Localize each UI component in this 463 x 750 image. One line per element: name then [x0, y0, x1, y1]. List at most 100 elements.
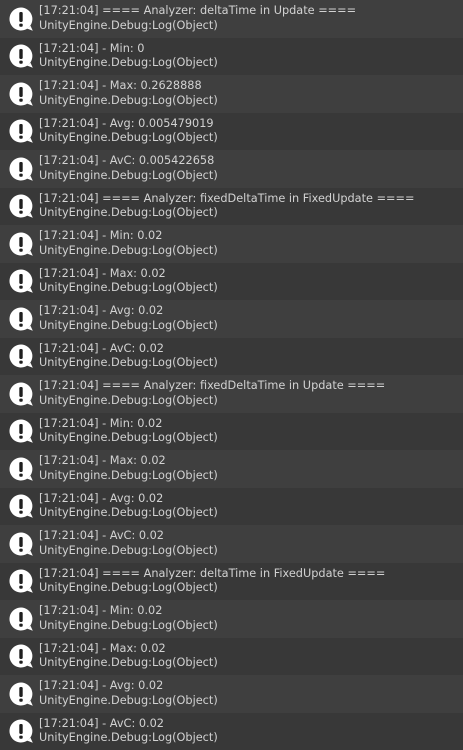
- info-icon: [8, 231, 34, 257]
- log-entry[interactable]: [17:21:04] - AvC: 0.02 UnityEngine.Debug:…: [0, 525, 463, 563]
- log-entry-text: [17:21:04] - Min: 0.02 UnityEngine.Debug:…: [39, 417, 218, 446]
- log-entry[interactable]: [17:21:04] - Max: 0.2628888 UnityEngine.D…: [0, 75, 463, 113]
- info-icon: [8, 118, 34, 144]
- log-entry[interactable]: [17:21:04] - AvC: 0.005422658 UnityEngine…: [0, 150, 463, 188]
- log-entry-text: [17:21:04] - Min: 0.02 UnityEngine.Debug:…: [39, 229, 218, 258]
- log-message: [17:21:04] ==== Analyzer: fixedDeltaTime…: [39, 379, 386, 393]
- log-entry-text: [17:21:04] - Max: 0.02 UnityEngine.Debug:…: [39, 454, 218, 483]
- log-message: [17:21:04] - Avg: 0.005479019: [39, 116, 214, 130]
- log-source: UnityEngine.Debug:Log(Object): [39, 318, 218, 332]
- log-entry-text: [17:21:04] ==== Analyzer: deltaTime in F…: [39, 567, 385, 596]
- log-source: UnityEngine.Debug:Log(Object): [39, 243, 218, 257]
- info-icon: [8, 606, 34, 632]
- log-entry[interactable]: [17:21:04] - Max: 0.02 UnityEngine.Debug:…: [0, 637, 463, 675]
- log-source: UnityEngine.Debug:Log(Object): [39, 618, 218, 632]
- log-source: UnityEngine.Debug:Log(Object): [39, 581, 218, 595]
- log-message: [17:21:04] - Min: 0.02: [39, 604, 163, 618]
- log-entry[interactable]: [17:21:04] - Avg: 0.005479019 UnityEngine…: [0, 112, 463, 150]
- log-entry[interactable]: [17:21:04] ==== Analyzer: fixedDeltaTime…: [0, 187, 463, 225]
- log-source: UnityEngine.Debug:Log(Object): [39, 56, 218, 70]
- log-entry-text: [17:21:04] ==== Analyzer: fixedDeltaTime…: [39, 379, 385, 408]
- log-entry-text: [17:21:04] - AvC: 0.02 UnityEngine.Debug:…: [39, 717, 218, 746]
- log-entry-text: [17:21:04] - AvC: 0.02 UnityEngine.Debug:…: [39, 342, 218, 371]
- log-entry-text: [17:21:04] ==== Analyzer: fixedDeltaTime…: [39, 192, 414, 221]
- log-entry[interactable]: [17:21:04] - Avg: 0.02 UnityEngine.Debug:…: [0, 487, 463, 525]
- log-message: [17:21:04] - AvC: 0.02: [39, 529, 164, 543]
- log-entry-text: [17:21:04] - Min: 0.02 UnityEngine.Debug:…: [39, 604, 218, 633]
- log-message: [17:21:04] - Min: 0.02: [39, 416, 163, 430]
- info-icon: [8, 306, 34, 332]
- log-source: UnityEngine.Debug:Log(Object): [39, 731, 218, 745]
- log-source: UnityEngine.Debug:Log(Object): [39, 506, 218, 520]
- log-entry-text: [17:21:04] - Max: 0.02 UnityEngine.Debug:…: [39, 642, 218, 671]
- info-icon: [8, 568, 34, 594]
- log-message: [17:21:04] - Min: 0: [39, 41, 145, 55]
- console-log-list: [17:21:04] ==== Analyzer: deltaTime in U…: [0, 0, 463, 750]
- info-icon: [8, 381, 34, 407]
- info-icon: [8, 456, 34, 482]
- info-icon: [8, 268, 34, 294]
- log-entry-text: [17:21:04] - Avg: 0.005479019 UnityEngine…: [39, 117, 218, 146]
- log-entry-text: [17:21:04] - Avg: 0.02 UnityEngine.Debug:…: [39, 304, 218, 333]
- info-icon: [8, 193, 34, 219]
- log-message: [17:21:04] - Avg: 0.02: [39, 304, 164, 318]
- log-message: [17:21:04] - AvC: 0.02: [39, 716, 164, 730]
- info-icon: [8, 643, 34, 669]
- log-entry[interactable]: [17:21:04] ==== Analyzer: deltaTime in U…: [0, 0, 463, 38]
- log-source: UnityEngine.Debug:Log(Object): [39, 431, 218, 445]
- log-source: UnityEngine.Debug:Log(Object): [39, 656, 218, 670]
- info-icon: [8, 343, 34, 369]
- log-source: UnityEngine.Debug:Log(Object): [39, 18, 218, 32]
- log-message: [17:21:04] ==== Analyzer: deltaTime in U…: [39, 4, 357, 18]
- log-source: UnityEngine.Debug:Log(Object): [39, 393, 218, 407]
- log-message: [17:21:04] - AvC: 0.005422658: [39, 154, 215, 168]
- log-message: [17:21:04] - AvC: 0.02: [39, 341, 164, 355]
- log-source: UnityEngine.Debug:Log(Object): [39, 468, 218, 482]
- log-message: [17:21:04] - Avg: 0.02: [39, 491, 164, 505]
- log-entry[interactable]: [17:21:04] - AvC: 0.02 UnityEngine.Debug:…: [0, 337, 463, 375]
- info-icon: [8, 6, 34, 32]
- log-message: [17:21:04] ==== Analyzer: deltaTime in F…: [39, 566, 386, 580]
- log-entry[interactable]: [17:21:04] ==== Analyzer: deltaTime in F…: [0, 562, 463, 600]
- log-entry-text: [17:21:04] - AvC: 0.005422658 UnityEngine…: [39, 154, 218, 183]
- log-entry[interactable]: [17:21:04] - AvC: 0.02 UnityEngine.Debug:…: [0, 712, 463, 750]
- log-source: UnityEngine.Debug:Log(Object): [39, 206, 218, 220]
- log-message: [17:21:04] - Max: 0.2628888: [39, 79, 202, 93]
- log-message: [17:21:04] - Avg: 0.02: [39, 679, 164, 693]
- log-entry-text: [17:21:04] - Max: 0.02 UnityEngine.Debug:…: [39, 267, 218, 296]
- info-icon: [8, 81, 34, 107]
- log-entry[interactable]: [17:21:04] - Max: 0.02 UnityEngine.Debug:…: [0, 262, 463, 300]
- log-entry[interactable]: [17:21:04] - Min: 0.02 UnityEngine.Debug:…: [0, 600, 463, 638]
- log-source: UnityEngine.Debug:Log(Object): [39, 281, 218, 295]
- log-entry-text: [17:21:04] - Max: 0.2628888 UnityEngine.D…: [39, 79, 218, 108]
- log-entry[interactable]: [17:21:04] - Max: 0.02 UnityEngine.Debug:…: [0, 450, 463, 488]
- info-icon: [8, 531, 34, 557]
- info-icon: [8, 43, 34, 69]
- log-entry-text: [17:21:04] - AvC: 0.02 UnityEngine.Debug:…: [39, 529, 218, 558]
- info-icon: [8, 156, 34, 182]
- log-entry[interactable]: [17:21:04] - Min: 0.02 UnityEngine.Debug:…: [0, 412, 463, 450]
- log-source: UnityEngine.Debug:Log(Object): [39, 131, 218, 145]
- info-icon: [8, 718, 34, 744]
- log-message: [17:21:04] ==== Analyzer: fixedDeltaTime…: [39, 191, 415, 205]
- log-entry-text: [17:21:04] - Avg: 0.02 UnityEngine.Debug:…: [39, 492, 218, 521]
- info-icon: [8, 493, 34, 519]
- log-entry[interactable]: [17:21:04] - Min: 0 UnityEngine.Debug:Log…: [0, 37, 463, 75]
- log-entry[interactable]: [17:21:04] - Avg: 0.02 UnityEngine.Debug:…: [0, 300, 463, 338]
- log-entry-text: [17:21:04] ==== Analyzer: deltaTime in U…: [39, 4, 356, 33]
- log-source: UnityEngine.Debug:Log(Object): [39, 168, 218, 182]
- log-entry[interactable]: [17:21:04] - Min: 0.02 UnityEngine.Debug:…: [0, 225, 463, 263]
- log-source: UnityEngine.Debug:Log(Object): [39, 693, 218, 707]
- log-source: UnityEngine.Debug:Log(Object): [39, 93, 218, 107]
- log-entry-text: [17:21:04] - Min: 0 UnityEngine.Debug:Log…: [39, 42, 218, 71]
- log-entry-text: [17:21:04] - Avg: 0.02 UnityEngine.Debug:…: [39, 679, 218, 708]
- info-icon: [8, 681, 34, 707]
- log-entry[interactable]: [17:21:04] - Avg: 0.02 UnityEngine.Debug:…: [0, 675, 463, 713]
- log-message: [17:21:04] - Max: 0.02: [39, 641, 166, 655]
- log-message: [17:21:04] - Max: 0.02: [39, 454, 166, 468]
- log-entry[interactable]: [17:21:04] ==== Analyzer: fixedDeltaTime…: [0, 375, 463, 413]
- log-source: UnityEngine.Debug:Log(Object): [39, 356, 218, 370]
- info-icon: [8, 418, 34, 444]
- log-message: [17:21:04] - Max: 0.02: [39, 266, 166, 280]
- log-source: UnityEngine.Debug:Log(Object): [39, 543, 218, 557]
